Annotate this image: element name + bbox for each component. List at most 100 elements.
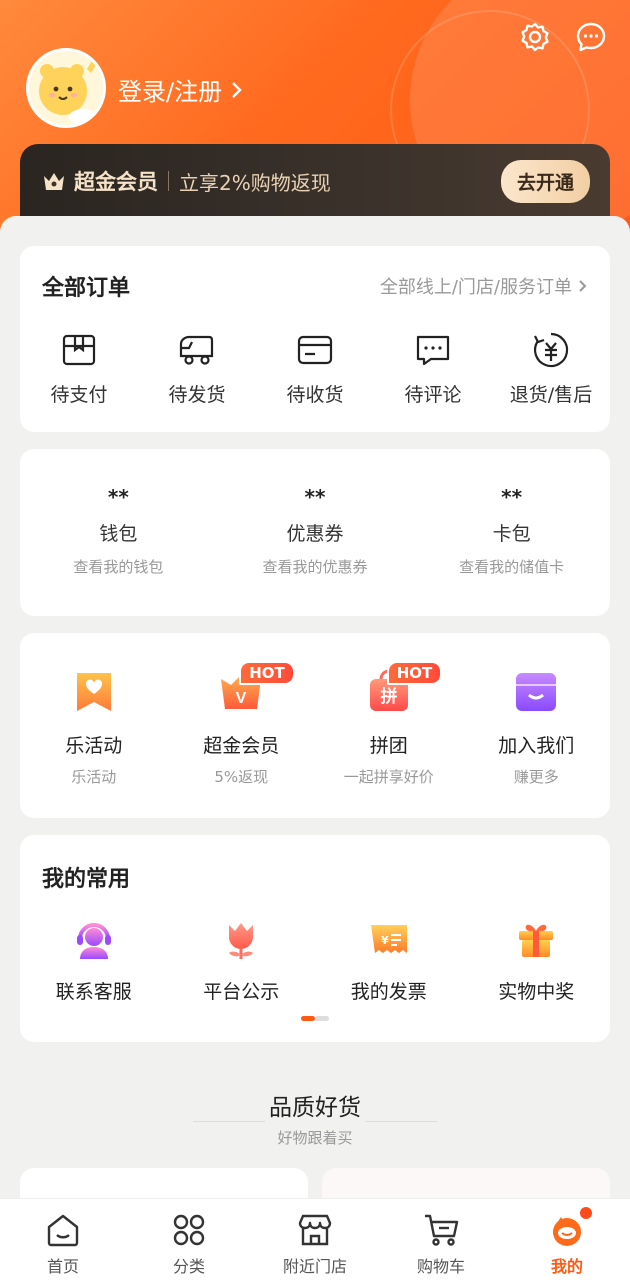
wallet-card: ** 钱包 查看我的钱包 ** 优惠券 查看我的优惠券 ** 卡包 查看我的储值…: [20, 449, 610, 616]
frequent-name: 联系客服: [55, 981, 132, 1003]
coupon-subtitle: 查看我的优惠券: [262, 558, 368, 576]
coupon-item[interactable]: ** 优惠券 查看我的优惠券: [220, 485, 410, 616]
order-refund-aftersale[interactable]: 退货/售后: [492, 330, 610, 407]
tab-label: 附近门店: [282, 1257, 347, 1276]
tab-category[interactable]: 分类: [126, 1199, 252, 1277]
store-icon: [516, 673, 557, 711]
tab-cart[interactable]: 购物车: [378, 1199, 504, 1277]
page-indicator: [20, 1016, 610, 1021]
service-join-us[interactable]: 加入我们 赚更多: [466, 667, 606, 818]
service-super-vip[interactable]: V HOT 超金会员 5%返现: [171, 661, 311, 818]
order-label: 待支付: [50, 384, 108, 406]
tab-mine[interactable]: 我的: [504, 1199, 630, 1277]
member-description: 立享2%购物返现: [179, 170, 331, 195]
tab-home[interactable]: 首页: [0, 1199, 126, 1277]
service-name: 乐活动: [65, 735, 123, 757]
gift-icon: [519, 924, 554, 957]
order-label: 待发货: [168, 384, 226, 406]
login-register-link[interactable]: 登录/注册: [118, 72, 244, 107]
service-name: 加入我们: [498, 735, 575, 757]
order-pending-shipment[interactable]: 待发货: [138, 330, 256, 407]
frequent-name: 实物中奖: [498, 981, 575, 1003]
member-banner[interactable]: 超金会员 立享2%购物返现 去开通: [20, 144, 610, 218]
svg-text:¥: ¥: [381, 934, 389, 947]
order-pending-receipt[interactable]: 待收货: [256, 330, 374, 407]
refund-icon: [533, 332, 569, 368]
order-label: 退货/售后: [509, 384, 593, 406]
crown-icon: [44, 173, 64, 190]
cardpack-item[interactable]: ** 卡包 查看我的储值卡: [417, 485, 607, 616]
member-title: 超金会员: [74, 170, 158, 194]
contact-service[interactable]: 联系客服: [24, 917, 164, 1004]
quality-title: 品质好货: [269, 1095, 361, 1121]
physical-prize[interactable]: 实物中奖: [466, 917, 606, 1004]
avatar[interactable]: [26, 48, 106, 128]
service-subtitle: 乐活动: [71, 768, 117, 786]
all-orders-link[interactable]: 全部线上/门店/服务订单: [380, 273, 588, 299]
wallet-value: **: [107, 485, 129, 509]
order-pending-payment[interactable]: 待支付: [20, 330, 138, 407]
cart-icon: [425, 1214, 459, 1246]
hot-badge: HOT: [239, 661, 295, 685]
member-divider: [168, 171, 169, 191]
notification-dot: [578, 1205, 594, 1221]
comment-icon: [416, 335, 450, 366]
orders-card: 全部订单 全部线上/门店/服务订单 待支付 待发货 待收货 待评论 退货/售后: [20, 246, 610, 432]
shop-icon: [298, 1214, 332, 1246]
wallet-subtitle: 查看我的钱包: [73, 558, 164, 576]
cardpack-value: **: [501, 485, 523, 509]
truck-icon: [179, 335, 214, 365]
settings-icon[interactable]: [518, 20, 552, 54]
frequent-card: 我的常用 联系客服 平台公示 ¥ 我的发票 实物中奖: [20, 835, 610, 1042]
cardpack-name: 卡包: [492, 523, 531, 545]
box-icon: [62, 334, 96, 366]
quality-subtitle: 好物跟着买: [277, 1129, 353, 1147]
headset-icon: [76, 923, 111, 959]
order-pending-review[interactable]: 待评论: [374, 330, 492, 407]
tab-nearby-store[interactable]: 附近门店: [252, 1199, 378, 1277]
tab-label: 我的: [550, 1257, 583, 1276]
tab-label: 首页: [46, 1257, 79, 1276]
service-subtitle: 5%返现: [214, 768, 269, 786]
my-invoice[interactable]: ¥ 我的发票: [319, 917, 459, 1004]
coupon-name: 优惠券: [286, 523, 344, 545]
services-card: 乐活动 乐活动 V HOT 超金会员 5%返现 拼 HOT 拼团 一起拼享好价 …: [20, 633, 610, 818]
page-dot: [315, 1016, 329, 1021]
frequent-title: 我的常用: [42, 867, 131, 892]
wallet-item[interactable]: ** 钱包 查看我的钱包: [23, 485, 213, 616]
open-membership-button[interactable]: 去开通: [500, 159, 590, 203]
invoice-icon: ¥: [370, 925, 407, 953]
chevron-right-icon: [579, 280, 587, 292]
category-icon: [173, 1214, 205, 1246]
flower-icon: [229, 923, 254, 959]
tab-label: 分类: [172, 1257, 205, 1276]
service-name: 拼团: [369, 735, 408, 757]
heart-bookmark-icon: [76, 673, 111, 711]
orders-title: 全部订单: [42, 276, 131, 301]
order-label: 待评论: [404, 384, 462, 406]
vip-icon-text: V: [236, 690, 247, 707]
login-label: 登录/注册: [118, 78, 223, 106]
coupon-value: **: [304, 485, 326, 509]
header-actions: [518, 20, 608, 54]
frequent-name: 平台公示: [203, 981, 280, 1003]
service-name: 超金会员: [203, 735, 280, 757]
wallet-name: 钱包: [99, 523, 138, 545]
platform-notice[interactable]: 平台公示: [171, 917, 311, 1004]
home-icon: [47, 1214, 79, 1247]
group-icon-text: 拼: [380, 686, 397, 707]
service-subtitle: 一起拼享好价: [343, 768, 434, 786]
card-icon: [297, 335, 333, 365]
page-dot-active: [301, 1016, 315, 1021]
profile-header: 登录/注册 超金会员 立享2%购物返现 去开通: [0, 0, 630, 240]
message-icon[interactable]: [574, 20, 608, 54]
chevron-right-icon: [232, 81, 242, 98]
cardpack-subtitle: 查看我的储值卡: [459, 558, 565, 576]
tab-label: 购物车: [416, 1257, 465, 1276]
hot-badge: HOT: [386, 661, 443, 685]
service-activity[interactable]: 乐活动 乐活动: [24, 667, 164, 818]
service-group-buy[interactable]: 拼 HOT 拼团 一起拼享好价: [319, 661, 459, 818]
all-orders-label: 全部线上/门店/服务订单: [379, 277, 572, 298]
order-label: 待收货: [286, 384, 344, 406]
service-subtitle: 赚更多: [513, 768, 559, 786]
